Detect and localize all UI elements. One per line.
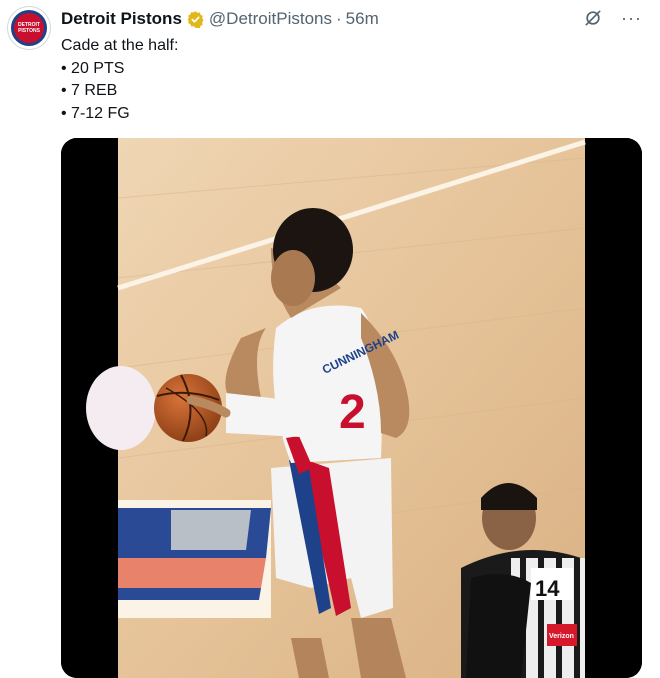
ref-number: 14 (535, 576, 560, 601)
tweet-line: • 7-12 FG (61, 104, 130, 122)
tweet-line: • 7 REB (61, 82, 118, 99)
black-bar-right (585, 138, 642, 678)
avatar[interactable]: DETROIT PISTONS (7, 6, 51, 50)
verified-badge-icon (187, 10, 204, 28)
timestamp[interactable]: 56m (346, 9, 379, 29)
tweet-actions-top: ··· (583, 8, 642, 28)
tweet-media-image[interactable]: AN CUNNINGHAM 2 (61, 138, 642, 678)
tweet-text: Cade at the half: • 20 PTS • 7 REB • 7-1… (61, 35, 178, 125)
jersey-number: 2 (339, 386, 366, 439)
tweet-header: Detroit Pistons @DetroitPistons · 56m (61, 9, 379, 29)
more-options-icon[interactable]: ··· (621, 9, 642, 27)
tweet-line: Cade at the half: (61, 37, 179, 54)
tweet-line: • 20 PTS (61, 59, 125, 77)
avatar-text-2: PISTONS (18, 28, 40, 34)
pistons-logo: DETROIT PISTONS (11, 10, 47, 46)
handle[interactable]: @DetroitPistons (209, 9, 332, 29)
basketball-photo: AN CUNNINGHAM 2 (61, 138, 642, 678)
display-name[interactable]: Detroit Pistons (61, 9, 182, 29)
grok-icon[interactable] (583, 8, 603, 28)
separator: · (335, 9, 342, 28)
ref-patch: Verizon (549, 633, 574, 640)
